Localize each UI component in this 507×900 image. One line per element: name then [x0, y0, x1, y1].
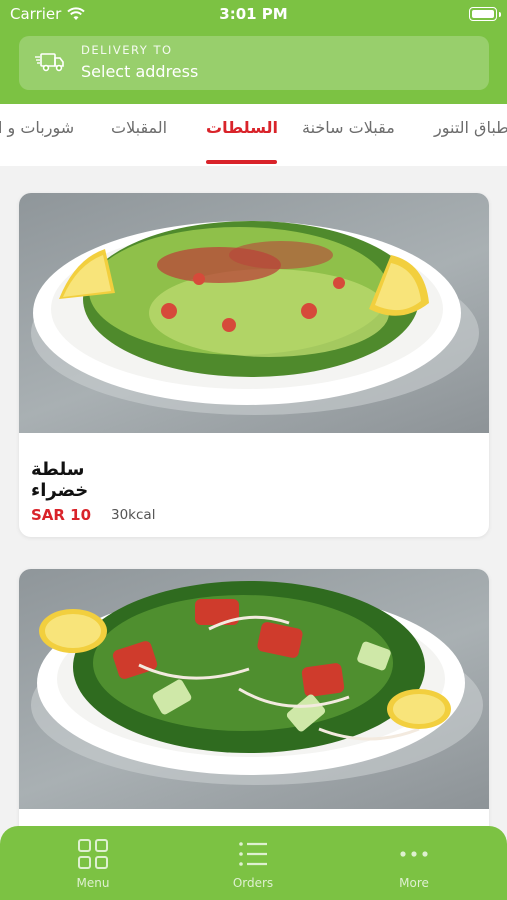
status-time: 3:01 PM: [219, 5, 288, 23]
item-price: SAR 10: [31, 506, 92, 524]
delivery-truck-icon: [35, 53, 64, 72]
menu-item-card[interactable]: سلطة خضراء SAR 10 30kcal: [19, 193, 489, 537]
nav-orders[interactable]: Orders: [193, 838, 313, 890]
delivery-label: DELIVERY TO: [81, 43, 173, 57]
item-photo: [19, 193, 489, 433]
category-tabs: أطباق التنور مقبلات ساخنة السلطات المقبل…: [0, 104, 507, 166]
delivery-address-value: Select address: [81, 62, 199, 81]
item-photo: [19, 569, 489, 809]
bottom-nav: Menu Orders More: [0, 826, 507, 900]
grid-icon: [78, 839, 108, 869]
item-calories: 30kcal: [111, 507, 156, 523]
tab-soups[interactable]: شوربات و ا: [0, 118, 74, 137]
top-header: Carrier 3:01 PM DELIVERY TO Select addre…: [0, 0, 507, 104]
nav-menu[interactable]: Menu: [33, 838, 153, 890]
tab-appetizers[interactable]: المقبلات: [111, 118, 167, 137]
delivery-address-button[interactable]: DELIVERY TO Select address: [19, 36, 489, 90]
active-tab-indicator: [206, 160, 277, 164]
tab-salads[interactable]: السلطات: [206, 118, 278, 137]
menu-item-list[interactable]: سلطة خضراء SAR 10 30kcal: [0, 166, 507, 900]
nav-orders-label: Orders: [232, 876, 274, 890]
nav-more-label: More: [399, 876, 429, 890]
more-dots-icon: [400, 851, 428, 857]
nav-menu-label: Menu: [76, 876, 110, 890]
item-name: سلطة خضراء: [31, 459, 89, 501]
tab-hot-appetizers[interactable]: مقبلات ساخنة: [302, 118, 395, 137]
status-bar: Carrier 3:01 PM: [0, 0, 507, 30]
battery-icon: [469, 7, 501, 21]
tab-tannour-dishes[interactable]: أطباق التنور: [434, 118, 507, 137]
nav-more[interactable]: More: [354, 838, 474, 890]
list-icon: [239, 842, 267, 866]
